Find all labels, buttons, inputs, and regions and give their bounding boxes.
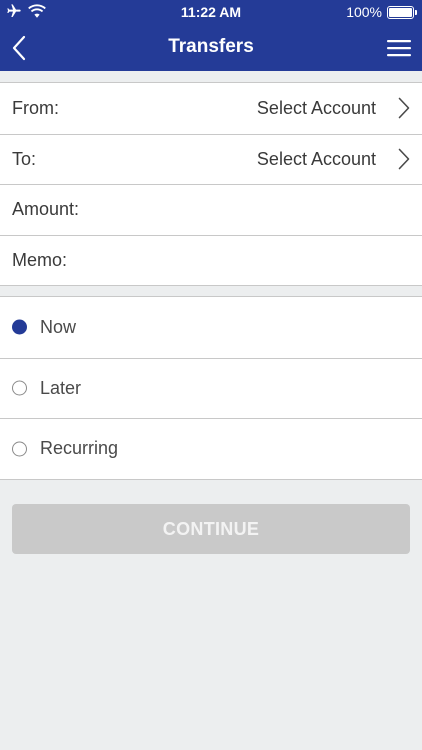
memo-field[interactable]: Memo: [0, 234, 422, 286]
status-right: 100% [346, 4, 417, 20]
timing-option-now[interactable]: Now [0, 297, 422, 358]
transfers-screen: 11:22 AM 100% Transfers From: Select Acc… [0, 0, 422, 750]
radio-unselected-icon[interactable] [12, 380, 27, 396]
app-header: 11:22 AM 100% Transfers [0, 0, 422, 71]
from-label: From: [12, 97, 59, 118]
to-row[interactable]: To: Select Account [0, 133, 422, 185]
to-label: To: [12, 148, 37, 169]
battery-percent: 100% [346, 4, 382, 20]
hamburger-menu-icon [387, 40, 411, 57]
menu-button[interactable] [384, 34, 414, 62]
transfer-form: From: Select Account To: Select Account … [0, 82, 422, 286]
from-account-value: Select Account [256, 97, 376, 118]
from-row[interactable]: From: Select Account [0, 83, 422, 134]
page-title: Transfers [168, 36, 254, 57]
amount-field[interactable]: Amount: [0, 184, 422, 235]
chevron-right-icon [398, 97, 410, 119]
nav-bar: Transfers [0, 24, 422, 71]
timing-option-label: Recurring [40, 438, 119, 459]
status-bar: 11:22 AM 100% [0, 0, 422, 24]
radio-unselected-icon[interactable] [12, 441, 27, 457]
memo-label: Memo: [12, 249, 68, 270]
chevron-right-icon [398, 148, 410, 170]
continue-button[interactable]: CONTINUE [12, 504, 410, 554]
radio-selected-icon[interactable] [12, 319, 27, 335]
transfer-timing-options: Now Later Recurring [0, 296, 422, 480]
battery-icon [387, 5, 417, 19]
amount-label: Amount: [12, 199, 80, 220]
battery-fill [389, 7, 412, 17]
timing-option-recurring[interactable]: Recurring [0, 418, 422, 479]
to-account-value: Select Account [256, 148, 376, 169]
timing-option-label: Later [40, 377, 82, 398]
timing-option-later[interactable]: Later [0, 357, 422, 419]
timing-option-label: Now [40, 316, 77, 337]
